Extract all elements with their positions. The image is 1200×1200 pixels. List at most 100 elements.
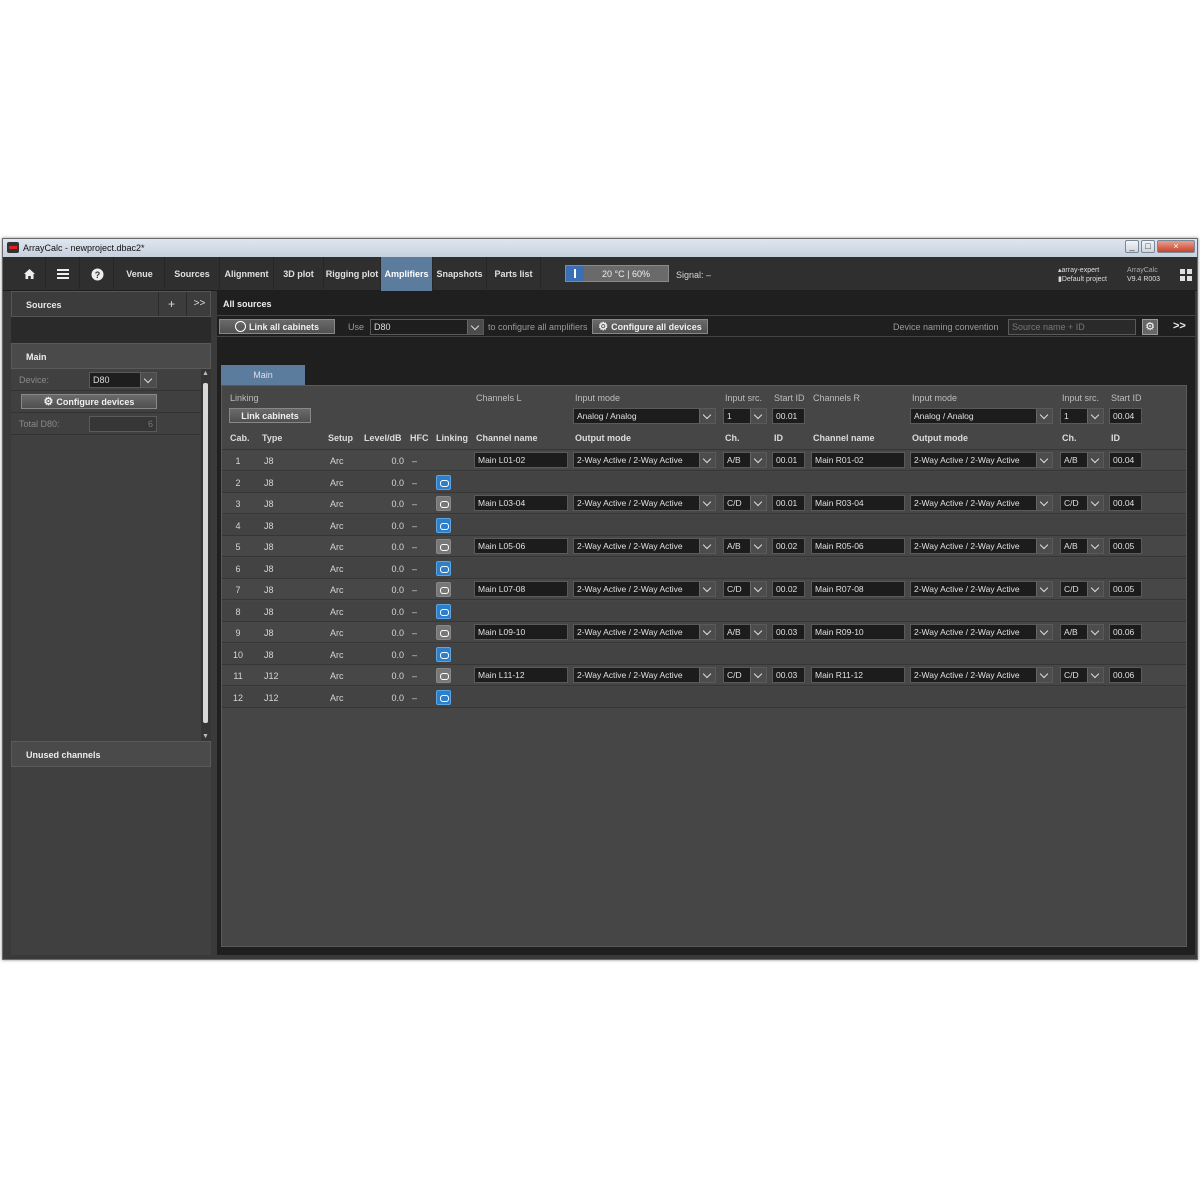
link-icon[interactable]	[436, 539, 451, 554]
channel-l-select[interactable]: C/D	[723, 495, 767, 511]
channel-name-l-input[interactable]: Main L11-12	[474, 667, 568, 683]
id-l-input[interactable]: 00.03	[772, 667, 805, 683]
home-icon[interactable]	[13, 257, 46, 291]
channel-name-r-input[interactable]: Main R01-02	[811, 452, 905, 468]
link-icon[interactable]	[436, 668, 451, 683]
channel-name-l-input[interactable]: Main L03-04	[474, 495, 568, 511]
link-icon[interactable]	[436, 560, 451, 576]
tab-sources[interactable]: Sources	[165, 257, 220, 291]
table-row: 6 J8 Arc 0.0–	[222, 557, 1186, 579]
link-icon[interactable]	[436, 646, 451, 662]
output-mode-r-select[interactable]: 2-Way Active / 2-Way Active	[910, 452, 1053, 468]
amplifier-table: Linking Link cabinets Channels L Input m…	[221, 385, 1187, 947]
unused-channels-header[interactable]: Unused channels	[11, 741, 211, 767]
channel-r-select[interactable]: C/D	[1060, 581, 1104, 597]
channel-name-r-input[interactable]: Main R05-06	[811, 538, 905, 554]
output-mode-l-select[interactable]: 2-Way Active / 2-Way Active	[573, 538, 716, 554]
output-mode-r-select[interactable]: 2-Way Active / 2-Way Active	[910, 581, 1053, 597]
channel-name-l-input[interactable]: Main L09-10	[474, 624, 568, 640]
channel-name-r-input[interactable]: Main R09-10	[811, 624, 905, 640]
configure-all-devices-button[interactable]: ⚙ Configure all devices	[592, 319, 708, 334]
scrollbar-thumb[interactable]	[203, 383, 208, 723]
scroll-up-icon[interactable]: ▲	[202, 370, 209, 377]
output-mode-l-select[interactable]: 2-Way Active / 2-Way Active	[573, 452, 716, 468]
output-mode-r-select[interactable]: 2-Way Active / 2-Way Active	[910, 538, 1053, 554]
gear-icon[interactable]: ⚙	[1142, 319, 1158, 335]
id-r-input[interactable]: 00.05	[1109, 538, 1142, 554]
channel-r-select[interactable]: A/B	[1060, 538, 1104, 554]
maximize-button[interactable]: □	[1141, 240, 1155, 253]
tab-3d-plot[interactable]: 3D plot	[274, 257, 324, 291]
sources-scrollbar[interactable]: ▲ ▼	[201, 369, 211, 741]
channel-r-select[interactable]: A/B	[1060, 452, 1104, 468]
channel-name-r-input[interactable]: Main R07-08	[811, 581, 905, 597]
channel-l-select[interactable]: A/B	[723, 452, 767, 468]
add-source-button[interactable]: +	[158, 292, 184, 316]
chevron-down-icon	[699, 582, 715, 596]
output-mode-r-select[interactable]: 2-Way Active / 2-Way Active	[910, 495, 1053, 511]
column-header-type: Type	[262, 433, 283, 443]
help-icon[interactable]: ?	[81, 257, 114, 291]
link-icon[interactable]	[436, 603, 451, 619]
tab-alignment[interactable]: Alignment	[220, 257, 274, 291]
close-button[interactable]: ×	[1157, 240, 1195, 253]
link-all-cabinets-button[interactable]: Link all cabinets	[219, 319, 335, 334]
tab-parts-list[interactable]: Parts list	[487, 257, 541, 291]
link-icon[interactable]	[436, 517, 451, 533]
channel-r-select[interactable]: C/D	[1060, 495, 1104, 511]
naming-convention-input[interactable]: Source name + ID	[1008, 319, 1136, 335]
use-device-select[interactable]: D80	[370, 319, 484, 335]
group-header-main[interactable]: Main	[11, 343, 211, 369]
id-r-input[interactable]: 00.06	[1109, 667, 1142, 683]
id-r-input[interactable]: 00.04	[1109, 452, 1142, 468]
link-icon[interactable]	[436, 625, 451, 640]
temperature-humidity[interactable]: 20 °C | 60%	[565, 265, 669, 282]
channel-name-l-input[interactable]: Main L01-02	[474, 452, 568, 468]
gear-icon: ⚙	[43, 396, 54, 408]
channel-r-select[interactable]: C/D	[1060, 667, 1104, 683]
channel-l-select[interactable]: A/B	[723, 538, 767, 554]
device-select[interactable]: D80	[89, 372, 157, 388]
channel-name-r-input[interactable]: Main R03-04	[811, 495, 905, 511]
id-l-input[interactable]: 00.01	[772, 495, 805, 511]
tab-venue[interactable]: Venue	[115, 257, 165, 291]
tab-snapshots[interactable]: Snapshots	[433, 257, 487, 291]
chevron-down-icon	[750, 539, 766, 553]
output-mode-r-select[interactable]: 2-Way Active / 2-Way Active	[910, 624, 1053, 640]
output-mode-l-select[interactable]: 2-Way Active / 2-Way Active	[573, 581, 716, 597]
channel-l-select[interactable]: A/B	[723, 624, 767, 640]
output-mode-l-select[interactable]: 2-Way Active / 2-Way Active	[573, 667, 716, 683]
grid-view-icon[interactable]	[1180, 269, 1192, 281]
expand-panel-button[interactable]: >>	[1173, 320, 1186, 332]
link-icon[interactable]	[436, 474, 451, 490]
channel-l-select[interactable]: C/D	[723, 581, 767, 597]
channel-name-r-input[interactable]: Main R11-12	[811, 667, 905, 683]
id-r-input[interactable]: 00.04	[1109, 495, 1142, 511]
gear-icon: ⚙	[598, 321, 609, 333]
channel-r-select[interactable]: A/B	[1060, 624, 1104, 640]
output-mode-r-select[interactable]: 2-Way Active / 2-Way Active	[910, 667, 1053, 683]
output-mode-l-select[interactable]: 2-Way Active / 2-Way Active	[573, 624, 716, 640]
id-l-input[interactable]: 00.02	[772, 581, 805, 597]
tab-amplifiers[interactable]: Amplifiers	[381, 257, 433, 291]
tab-main[interactable]: Main	[221, 365, 305, 385]
id-l-input[interactable]: 00.03	[772, 624, 805, 640]
channel-name-l-input[interactable]: Main L05-06	[474, 538, 568, 554]
output-mode-l-select[interactable]: 2-Way Active / 2-Way Active	[573, 495, 716, 511]
link-icon[interactable]	[436, 582, 451, 597]
id-r-input[interactable]: 00.06	[1109, 624, 1142, 640]
id-l-input[interactable]: 00.01	[772, 452, 805, 468]
expand-sources-button[interactable]: >>	[186, 292, 212, 316]
scroll-down-icon[interactable]: ▼	[202, 733, 209, 740]
menu-icon[interactable]	[47, 257, 80, 291]
id-r-input[interactable]: 00.05	[1109, 581, 1142, 597]
minimize-button[interactable]: _	[1125, 240, 1139, 253]
project-info: ▴array-expert ▮Default project	[1058, 266, 1107, 284]
link-icon[interactable]	[436, 496, 451, 511]
channel-name-l-input[interactable]: Main L07-08	[474, 581, 568, 597]
link-icon[interactable]	[436, 689, 451, 705]
id-l-input[interactable]: 00.02	[772, 538, 805, 554]
tab-rigging-plot[interactable]: Rigging plot	[324, 257, 381, 291]
channel-l-select[interactable]: C/D	[723, 667, 767, 683]
configure-devices-button[interactable]: ⚙ Configure devices	[21, 394, 157, 409]
